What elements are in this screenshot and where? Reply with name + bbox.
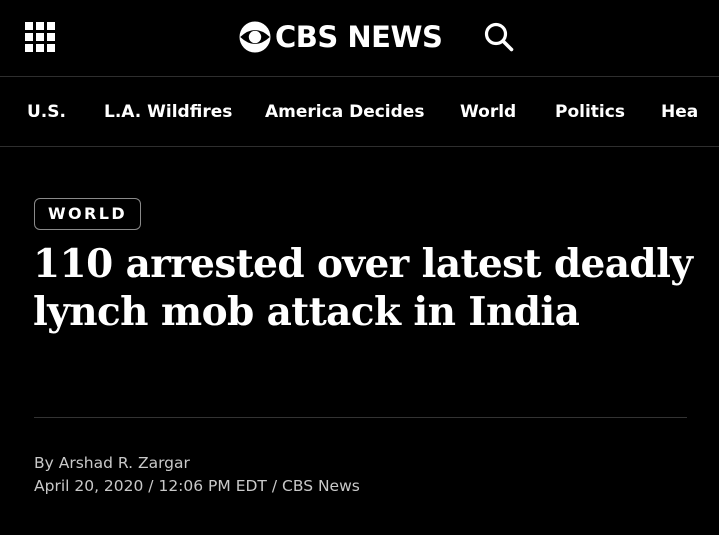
- cbs-news-logo[interactable]: CBS NEWS: [238, 18, 443, 56]
- byline-prefix: By: [34, 454, 54, 472]
- grid-menu-icon[interactable]: [25, 22, 55, 52]
- menu-dot: [47, 44, 55, 52]
- nav-item-us[interactable]: U.S.: [27, 77, 66, 146]
- menu-dot: [25, 22, 33, 30]
- publish-date: April 20, 2020 / 12:06 PM EDT: [34, 477, 267, 495]
- logo-text: CBS NEWS: [275, 20, 443, 54]
- byline: By Arshad R. Zargar: [34, 452, 190, 475]
- cbs-eye-icon: [239, 21, 271, 53]
- menu-dot: [47, 22, 55, 30]
- search-icon[interactable]: [483, 21, 515, 53]
- section-nav: U.S. L.A. Wildfires America Decides Worl…: [0, 77, 719, 147]
- category-tag[interactable]: WORLD: [34, 198, 142, 230]
- menu-dot: [47, 33, 55, 41]
- source-name: CBS News: [282, 477, 360, 495]
- divider: [34, 417, 687, 418]
- menu-dot: [25, 33, 33, 41]
- menu-dot: [36, 22, 44, 30]
- nav-item-america-decides[interactable]: America Decides: [265, 77, 424, 146]
- nav-item-world[interactable]: World: [460, 77, 516, 146]
- nav-item-la-wildfires[interactable]: L.A. Wildfires: [104, 77, 232, 146]
- top-header: CBS NEWS: [0, 0, 719, 77]
- article-headline: 110 arrested over latest deadly lynch mo…: [33, 241, 693, 335]
- dateline: April 20, 2020 / 12:06 PM EDT / CBS News: [34, 475, 360, 498]
- author-link[interactable]: Arshad R. Zargar: [59, 454, 190, 472]
- nav-item-politics[interactable]: Politics: [555, 77, 625, 146]
- menu-dot: [36, 44, 44, 52]
- menu-dot: [36, 33, 44, 41]
- menu-dot: [25, 44, 33, 52]
- nav-item-health[interactable]: Hea: [661, 77, 698, 146]
- date-separator: /: [271, 477, 278, 495]
